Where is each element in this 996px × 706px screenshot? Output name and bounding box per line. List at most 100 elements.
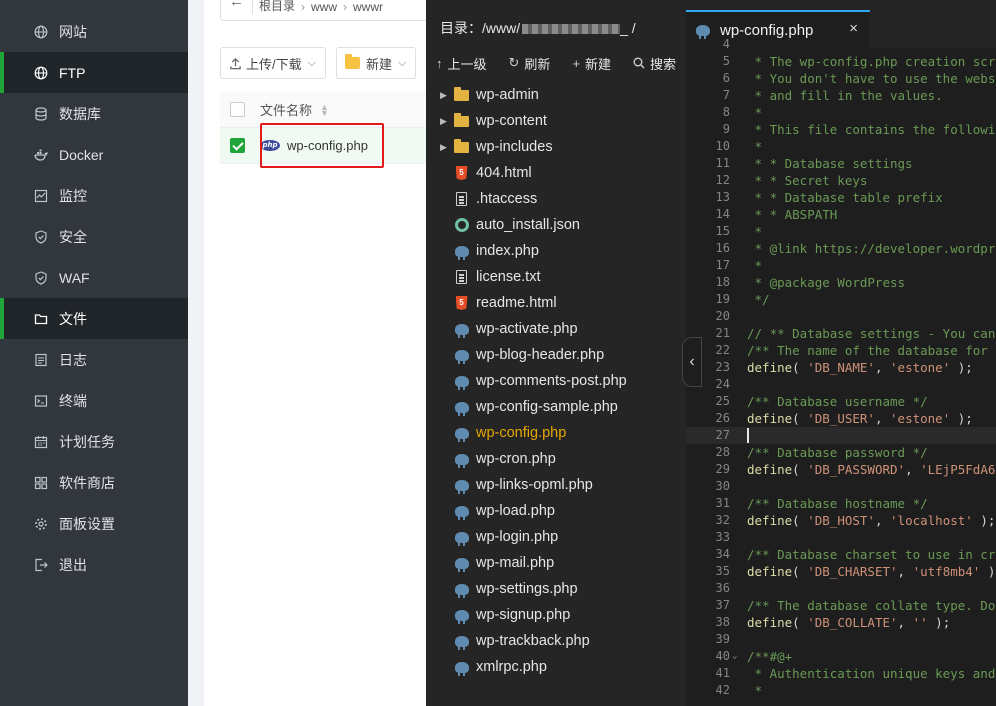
tree-item[interactable]: ▶ wp-content — [426, 108, 686, 134]
tree-item-name: wp-admin — [476, 87, 539, 103]
tree-item[interactable]: ▶ wp-admin — [426, 82, 686, 108]
tree-item[interactable]: wp-links-opml.php — [426, 472, 686, 498]
fold-arrow-icon[interactable]: ⌄ — [732, 648, 737, 665]
php-file-icon: php — [260, 140, 280, 151]
tree-item[interactable]: wp-mail.php — [426, 550, 686, 576]
sidebar-item-1[interactable]: FTP — [0, 52, 188, 93]
tree-item[interactable]: wp-config.php — [426, 420, 686, 446]
sidebar-item-0[interactable]: 网站 — [0, 11, 188, 52]
breadcrumb-wwwr[interactable]: wwwr — [347, 0, 389, 14]
column-header-name[interactable]: 文件名称 — [260, 100, 312, 119]
line-number: 34 — [715, 547, 730, 561]
tree-item[interactable]: wp-settings.php — [426, 576, 686, 602]
file-name[interactable]: wp-config.php — [287, 138, 368, 153]
tree-item[interactable]: wp-activate.php — [426, 316, 686, 342]
code-editor: wp-config.php × 45 * The wp-config.php c… — [686, 0, 996, 706]
code-area[interactable]: 45 * The wp-config.php creation scr 6 * Y… — [686, 37, 996, 706]
code-line: 38 define( 'DB_COLLATE', '' ); — [686, 614, 996, 631]
parent-dir-label: 上一级 — [447, 56, 487, 72]
php-elephant-icon — [454, 530, 469, 546]
line-number: 17 — [715, 258, 730, 272]
new-file-button[interactable]: + 新建 — [572, 54, 611, 73]
breadcrumb-www[interactable]: www — [305, 0, 343, 14]
tree-item[interactable]: ▶ wp-includes — [426, 134, 686, 160]
new-button[interactable]: 新建 ⌵ — [336, 47, 416, 79]
sidebar-item-12[interactable]: 面板设置 — [0, 503, 188, 544]
sidebar-item-6[interactable]: WAF — [0, 257, 188, 298]
sort-icon[interactable]: ▲ ▼ — [320, 102, 329, 117]
code-line: 28 /** Database password */ — [686, 444, 996, 461]
new-file-label: 新建 — [585, 56, 612, 72]
code-text: * — [747, 139, 763, 154]
php-elephant-icon — [454, 582, 469, 598]
code-text: /** The database collate type. Do — [747, 598, 996, 613]
code-line: 12 * * Secret keys — [686, 172, 996, 189]
tree-item[interactable]: wp-trackback.php — [426, 628, 686, 654]
tree-item[interactable]: 5 readme.html — [426, 290, 686, 316]
tree-item[interactable]: .htaccess — [426, 186, 686, 212]
php-elephant-icon — [454, 660, 469, 676]
tree-item[interactable]: 5 404.html — [426, 160, 686, 186]
line-number: 40 — [715, 649, 730, 663]
search-button[interactable]: 搜索 — [633, 54, 676, 73]
breadcrumb-root[interactable]: 根目录 — [253, 0, 301, 14]
folder-icon — [454, 86, 469, 103]
sidebar-item-label: WAF — [59, 269, 90, 286]
tree-item[interactable]: index.php — [426, 238, 686, 264]
expand-arrow-icon[interactable]: ▶ — [440, 116, 447, 127]
tree-item[interactable]: xmlrpc.php — [426, 654, 686, 680]
code-line: 41 * Authentication unique keys and — [686, 665, 996, 682]
back-arrow-icon[interactable]: ← — [221, 0, 253, 14]
code-line: 13 * * Database table prefix — [686, 189, 996, 206]
code-text: /** Database charset to use in cr — [747, 547, 996, 562]
sidebar-item-8[interactable]: 日志 — [0, 339, 188, 380]
tree-item[interactable]: auto_install.json — [426, 212, 686, 238]
code-line: 32 define( 'DB_HOST', 'localhost' ); — [686, 512, 996, 529]
expand-arrow-icon[interactable]: ▶ — [440, 90, 447, 101]
sidebar-item-label: 文件 — [59, 310, 87, 327]
code-text: * Authentication unique keys and — [747, 666, 996, 681]
refresh-button[interactable]: ↻ 刷新 — [509, 54, 551, 73]
tree-item[interactable]: wp-cron.php — [426, 446, 686, 472]
code-text: * You don't have to use the webs — [747, 71, 996, 86]
row-checkbox[interactable] — [230, 138, 245, 153]
parent-dir-button[interactable]: ↑ 上一级 — [436, 54, 487, 73]
tree-item[interactable]: wp-comments-post.php — [426, 368, 686, 394]
sidebar-item-2[interactable]: 数据库 — [0, 93, 188, 134]
terminal-icon — [34, 394, 48, 408]
sidebar-item-7[interactable]: 文件 — [0, 298, 188, 339]
expand-arrow-icon[interactable]: ▶ — [440, 142, 447, 153]
tree-item[interactable]: wp-blog-header.php — [426, 342, 686, 368]
code-line: 10 * — [686, 138, 996, 155]
sidebar-item-3[interactable]: Docker — [0, 134, 188, 175]
table-row[interactable]: php wp-config.php — [220, 128, 426, 164]
tree-item[interactable]: license.txt — [426, 264, 686, 290]
tree-item-name: index.php — [476, 243, 539, 259]
code-text: /**#@+ — [747, 649, 793, 664]
upload-download-button[interactable]: 上传/下载 ⌵ — [220, 47, 326, 79]
tree-item-name: wp-blog-header.php — [476, 347, 605, 363]
collapse-tree-button[interactable]: ‹ — [682, 337, 702, 387]
sidebar-item-4[interactable]: 监控 — [0, 175, 188, 216]
select-all-checkbox[interactable] — [230, 102, 245, 117]
close-icon[interactable]: × — [849, 20, 858, 37]
sidebar-item-10[interactable]: 计划任务 — [0, 421, 188, 462]
sidebar-item-13[interactable]: 退出 — [0, 544, 188, 585]
line-number: 27 — [715, 428, 730, 442]
sidebar-item-9[interactable]: 终端 — [0, 380, 188, 421]
tree-item[interactable]: wp-load.php — [426, 498, 686, 524]
code-line: 22/** The name of the database for — [686, 342, 996, 359]
sidebar-item-11[interactable]: 软件商店 — [0, 462, 188, 503]
code-line: 25 /** Database username */ — [686, 393, 996, 410]
line-number: 38 — [715, 615, 730, 629]
code-text: define( 'DB_NAME', 'estone' ); — [747, 360, 973, 375]
code-text: * The wp-config.php creation scr — [747, 54, 996, 69]
line-number: 4 — [722, 37, 730, 51]
tree-item[interactable]: wp-config-sample.php — [426, 394, 686, 420]
sidebar-item-5[interactable]: 安全 — [0, 216, 188, 257]
line-number: 30 — [715, 479, 730, 493]
line-number: 5 — [722, 54, 730, 68]
code-line: 4 — [686, 36, 996, 53]
tree-item[interactable]: wp-signup.php — [426, 602, 686, 628]
tree-item[interactable]: wp-login.php — [426, 524, 686, 550]
